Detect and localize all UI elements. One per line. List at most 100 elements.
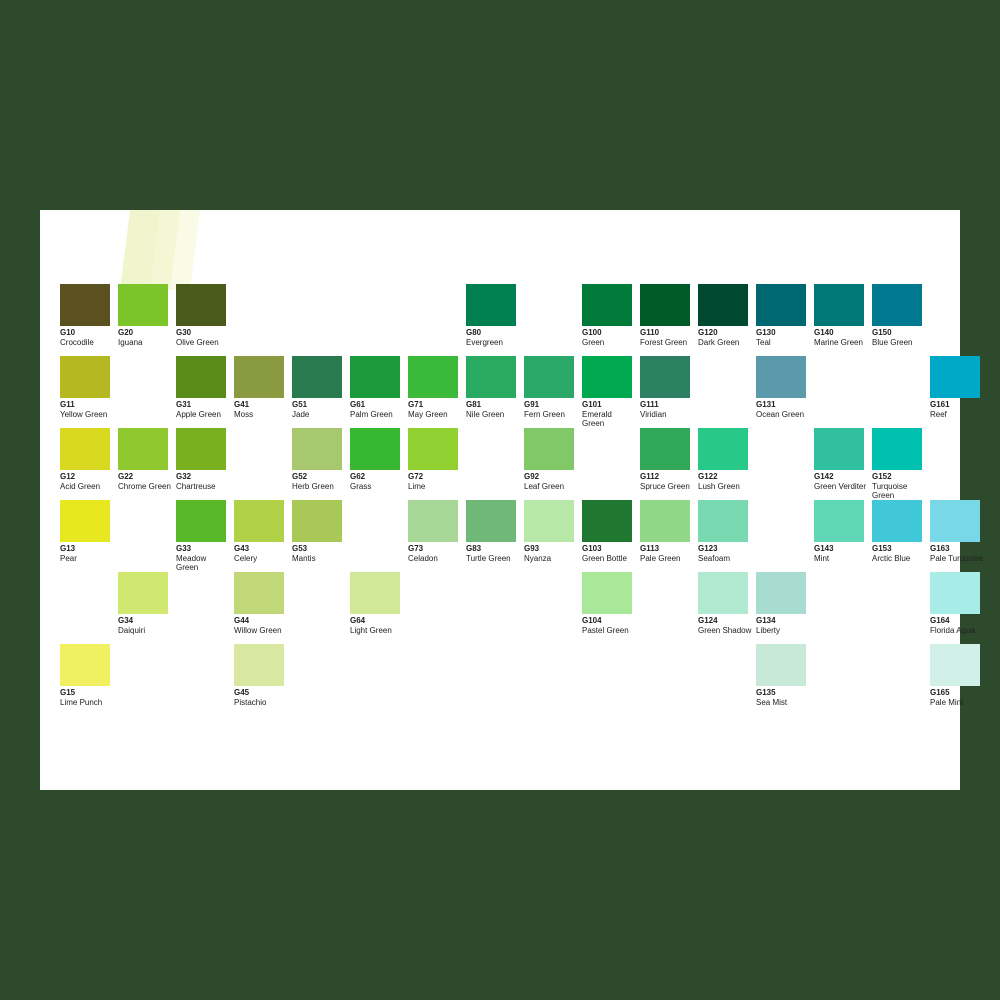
color-label: G143Mint: [814, 544, 868, 563]
color-label: G134Liberty: [756, 616, 810, 635]
color-code: G120: [698, 328, 752, 338]
color-label: G12Acid Green: [60, 472, 114, 491]
color-item: G165Pale Mint: [930, 644, 986, 707]
color-item: G44Willow Green: [234, 572, 290, 635]
color-item: G130Teal: [756, 284, 812, 347]
color-label: G33Meadow Green: [176, 544, 230, 573]
color-item: G81Nile Green: [466, 356, 522, 419]
color-swatch: [234, 500, 284, 542]
color-code: G122: [698, 472, 752, 482]
color-label: G131Ocean Green: [756, 400, 810, 419]
color-item: G150Blue Green: [872, 284, 928, 347]
color-swatch: [814, 428, 864, 470]
color-swatch: [930, 644, 980, 686]
color-swatch: [292, 356, 342, 398]
color-label: G93Nyanza: [524, 544, 578, 563]
color-item: G92Leaf Green: [524, 428, 580, 491]
color-code: G30: [176, 328, 230, 338]
color-swatch: [60, 428, 110, 470]
color-item: G52Herb Green: [292, 428, 348, 491]
color-name: Pale Green: [640, 554, 694, 564]
color-label: G62Grass: [350, 472, 404, 491]
color-label: G112Spruce Green: [640, 472, 694, 491]
color-code: G112: [640, 472, 694, 482]
color-code: G100: [582, 328, 636, 338]
color-label: G153Arctic Blue: [872, 544, 926, 563]
color-label: G20Iguana: [118, 328, 172, 347]
color-swatch: [292, 428, 342, 470]
color-item: G120Dark Green: [698, 284, 754, 347]
color-name: Pistachio: [234, 698, 288, 708]
color-name: Pale Mint: [930, 698, 984, 708]
color-code: G135: [756, 688, 810, 698]
color-name: Mint: [814, 554, 868, 564]
color-item: G41Moss: [234, 356, 290, 419]
color-swatch: [234, 644, 284, 686]
color-name: Evergreen: [466, 338, 520, 348]
color-item: G143Mint: [814, 500, 870, 563]
color-name: Lime: [408, 482, 462, 492]
color-code: G44: [234, 616, 288, 626]
color-label: G123Seafoam: [698, 544, 752, 563]
color-item: G11Yellow Green: [60, 356, 116, 419]
color-item: G135Sea Mist: [756, 644, 812, 707]
color-label: G53Mantis: [292, 544, 346, 563]
color-name: Reef: [930, 410, 984, 420]
color-item: G91Fern Green: [524, 356, 580, 419]
color-code: G62: [350, 472, 404, 482]
color-label: G30Olive Green: [176, 328, 230, 347]
color-label: G135Sea Mist: [756, 688, 810, 707]
color-name: Lush Green: [698, 482, 752, 492]
color-label: G103Green Bottle: [582, 544, 636, 563]
color-swatch: [640, 428, 690, 470]
color-code: G80: [466, 328, 520, 338]
decorative-shape: [100, 210, 200, 290]
color-code: G110: [640, 328, 694, 338]
color-code: G163: [930, 544, 984, 554]
color-item: G30Olive Green: [176, 284, 232, 347]
color-label: G83Turtle Green: [466, 544, 520, 563]
color-item: G43Celery: [234, 500, 290, 563]
color-swatch: [118, 284, 168, 326]
color-swatch: [176, 428, 226, 470]
color-name: Pale Turquoise: [930, 554, 984, 564]
color-swatch: [930, 356, 980, 398]
color-swatch: [930, 572, 980, 614]
color-code: G32: [176, 472, 230, 482]
color-name: Turquoise Green: [872, 482, 926, 501]
color-item: G80Evergreen: [466, 284, 522, 347]
color-label: G22Chrome Green: [118, 472, 172, 491]
color-label: G113Pale Green: [640, 544, 694, 563]
color-item: G72Lime: [408, 428, 464, 491]
color-label: G163Pale Turquoise: [930, 544, 984, 563]
color-name: Celery: [234, 554, 288, 564]
color-code: G152: [872, 472, 926, 482]
color-label: G80Evergreen: [466, 328, 520, 347]
color-code: G113: [640, 544, 694, 554]
color-label: G72Lime: [408, 472, 462, 491]
color-code: G101: [582, 400, 636, 410]
color-swatch: [350, 428, 400, 470]
color-label: G142Green Verditer: [814, 472, 868, 491]
color-name: Sea Mist: [756, 698, 810, 708]
color-name: Meadow Green: [176, 554, 230, 573]
color-item: G83Turtle Green: [466, 500, 522, 563]
color-code: G92: [524, 472, 578, 482]
color-code: G124: [698, 616, 752, 626]
color-label: G110Forest Green: [640, 328, 694, 347]
color-swatch: [176, 500, 226, 542]
color-label: G130Teal: [756, 328, 810, 347]
color-label: G150Blue Green: [872, 328, 926, 347]
color-code: G103: [582, 544, 636, 554]
color-label: G64Light Green: [350, 616, 404, 635]
color-name: Iguana: [118, 338, 172, 348]
color-item: G122Lush Green: [698, 428, 754, 491]
color-name: Spruce Green: [640, 482, 694, 492]
color-label: G111Viridian: [640, 400, 694, 419]
color-swatch: [756, 644, 806, 686]
color-name: Jade: [292, 410, 346, 420]
color-item: G64Light Green: [350, 572, 406, 635]
color-swatch: [756, 572, 806, 614]
color-name: Green Bottle: [582, 554, 636, 564]
color-swatch: [292, 500, 342, 542]
